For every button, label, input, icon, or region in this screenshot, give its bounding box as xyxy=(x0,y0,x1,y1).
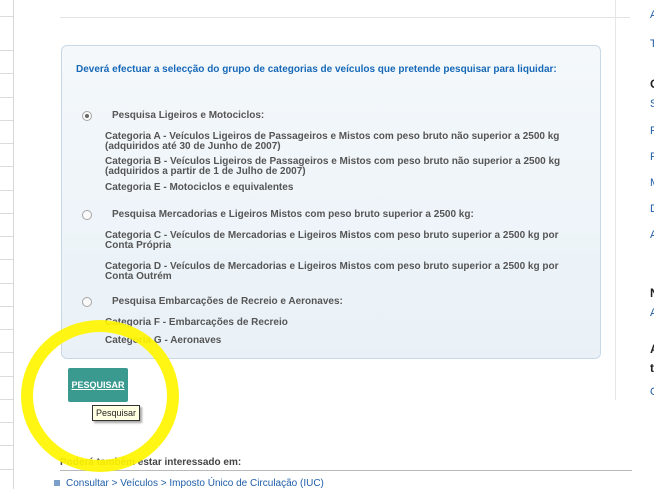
rail-divider xyxy=(0,329,13,330)
related-link-text[interactable]: Consultar > Veículos > Imposto Único de … xyxy=(66,478,324,489)
rail-divider xyxy=(0,50,13,51)
category-b-text: Categoria B - Veículos Ligeiros de Passa… xyxy=(105,156,561,177)
pesquisar-button[interactable]: PESQUISAR xyxy=(68,368,128,402)
rail-divider xyxy=(0,97,13,98)
content-top-divider xyxy=(60,17,630,18)
right-column-item[interactable]: A xyxy=(650,307,654,319)
radio-option-label[interactable]: Pesquisa Embarcações de Recreio e Aerona… xyxy=(112,296,343,307)
interest-section: Poderá também estar interessado em: xyxy=(60,456,632,471)
bullet-arrow-icon xyxy=(54,480,60,486)
category-c-text: Categoria C - Veículos de Mercadorias e … xyxy=(105,230,559,251)
right-column-divider xyxy=(615,0,616,400)
rail-divider xyxy=(0,445,13,446)
right-column-item[interactable]: T xyxy=(650,38,654,50)
right-column-item[interactable]: A xyxy=(650,229,654,241)
rail-divider xyxy=(0,236,13,237)
radio-option-label[interactable]: Pesquisa Ligeiros e Motociclos: xyxy=(112,110,264,121)
rail-divider xyxy=(0,352,13,353)
rail-divider xyxy=(0,166,13,167)
category-g-text: Categoria G - Aeronaves xyxy=(105,335,222,346)
category-e-text: Categoria E - Motociclos e equivalentes xyxy=(105,182,294,193)
panel-title: Deverá efectuar a selecção do grupo de c… xyxy=(76,64,557,75)
rail-divider xyxy=(0,259,13,260)
right-column-item[interactable]: C xyxy=(650,386,654,398)
rail-divider xyxy=(0,213,13,214)
right-column-item[interactable]: F xyxy=(650,125,654,137)
rail-divider xyxy=(0,16,13,17)
interest-heading: Poderá também estar interessado em: xyxy=(60,457,242,468)
category-a-text: Categoria A - Veículos Ligeiros de Passa… xyxy=(105,131,560,152)
rail-divider xyxy=(0,376,13,377)
rail-divider xyxy=(0,120,13,121)
rail-divider xyxy=(0,422,13,423)
right-column-item[interactable]: D xyxy=(650,203,654,215)
radio-button[interactable] xyxy=(82,297,92,307)
right-column-heading: C xyxy=(650,77,654,91)
radio-option-label[interactable]: Pesquisa Mercadorias e Ligeiros Mistos c… xyxy=(112,209,474,220)
category-d-text: Categoria D - Veículos de Mercadorias e … xyxy=(105,261,559,282)
right-column-item[interactable]: A xyxy=(650,9,654,21)
right-column-item[interactable]: S xyxy=(650,98,654,110)
right-column-heading: A xyxy=(650,342,654,356)
right-column-item[interactable]: F xyxy=(650,151,654,163)
category-f-text: Categoria F - Embarcações de Recreio xyxy=(105,317,288,328)
radio-button[interactable] xyxy=(82,210,92,220)
vehicle-category-selection-panel: Deverá efectuar a selecção do grupo de c… xyxy=(61,45,601,359)
related-link[interactable]: Consultar > Veículos > Imposto Único de … xyxy=(54,478,324,489)
rail-divider xyxy=(0,283,13,284)
right-column-heading: N xyxy=(650,286,654,300)
pesquisar-tooltip: Pesquisar xyxy=(92,405,141,421)
right-column-item[interactable]: M xyxy=(650,177,654,189)
rail-divider xyxy=(0,469,13,470)
rail-divider xyxy=(0,306,13,307)
rail-divider xyxy=(0,73,13,74)
left-navigation-rail xyxy=(0,0,14,489)
rail-divider xyxy=(0,399,13,400)
right-column-heading: t xyxy=(650,361,654,375)
rail-divider xyxy=(0,190,13,191)
radio-button-selected[interactable] xyxy=(82,111,92,121)
rail-divider xyxy=(0,143,13,144)
